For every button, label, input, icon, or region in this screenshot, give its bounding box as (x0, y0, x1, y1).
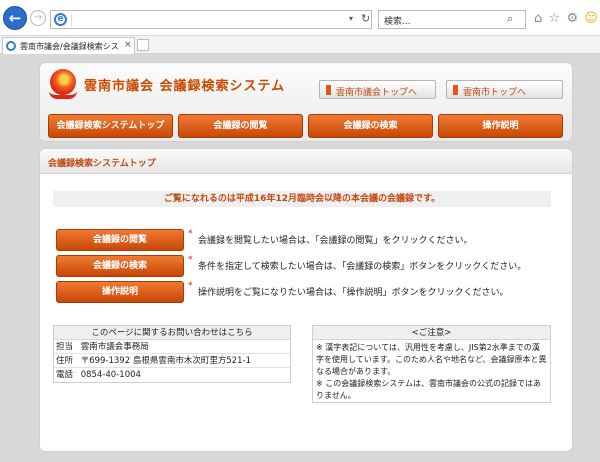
site-header: 雲南市議会 会議録検索システム 雲南市議会トップへ 雲南市トップへ 会議録検索シ… (39, 62, 573, 142)
availability-notice: ご覧になれるのは平成16年12月臨時会以降の本会議の会議録です。 (53, 191, 551, 207)
browse-description: 会議録を閲覧したい場合は、「会議録の閲覧」をクリックください。 (198, 236, 473, 246)
ie-icon: e (54, 13, 67, 26)
council-top-link-label: 雲南市議会トップへ (336, 88, 418, 98)
site-title: 雲南市議会 会議録検索システム (84, 79, 286, 94)
main-panel: 会議録検索システムトップ ご覧になれるのは平成16年12月臨時会以降の本会議の会… (39, 148, 573, 452)
contact-value: 0854-40-1004 (80, 370, 141, 380)
nav-browse[interactable]: 会議録の閲覧 (178, 114, 303, 138)
new-tab-button[interactable] (137, 39, 149, 51)
browser-toolbar: ← → e ▾ ↻ 検索... ⌕ ⌂ ☆ ⚙ ☺ (0, 0, 600, 36)
help-button[interactable]: 操作説明 (56, 281, 184, 303)
contact-title: このページに関するお問い合わせはこちら (54, 326, 290, 340)
contact-key: 電話 (56, 370, 74, 380)
nav-search[interactable]: 会議録の検索 (308, 114, 433, 138)
caution-box: <ご注意> ※ 漢字表記については、汎用性を考慮し、JIS第2水準までの漢字を使… (312, 325, 551, 403)
back-button[interactable]: ← (3, 6, 27, 30)
address-dropdown-icon[interactable]: ▾ (349, 14, 353, 23)
contact-key: 担当 (56, 342, 74, 352)
bullet-star-icon: * (188, 255, 193, 265)
browse-button[interactable]: 会議録の閲覧 (56, 229, 184, 251)
bullet-star-icon: * (188, 281, 193, 291)
caution-title: <ご注意> (313, 326, 550, 340)
page-viewport: 雲南市議会 会議録検索システム 雲南市議会トップへ 雲南市トップへ 会議録検索シ… (0, 54, 600, 462)
gear-icon[interactable]: ⚙ (566, 11, 578, 27)
search-icon[interactable]: ⌕ (507, 12, 513, 26)
address-separator (71, 14, 72, 26)
browser-tab[interactable]: 雲南市議会/会議録検索シス… × (2, 37, 135, 54)
link-marker-icon (453, 85, 458, 95)
caution-line: ※ 漢字表記については、汎用性を考慮し、JIS第2水準までの漢字を使用しています… (316, 343, 547, 376)
contact-value: 雲南市議会事務局 (80, 342, 149, 352)
contact-row: 電話 0854-40-1004 (54, 368, 290, 382)
contact-row: 担当 雲南市議会事務局 (54, 340, 290, 354)
page-title: 会議録検索システムトップ (48, 159, 156, 169)
search-box[interactable]: 検索... ⌕ (378, 10, 526, 29)
caution-line: ※ この会議録検索システムは、雲南市議会の公式の記録ではありません。 (316, 379, 542, 400)
search-button[interactable]: 会議録の検索 (56, 255, 184, 277)
close-icon[interactable]: × (124, 40, 132, 50)
main-panel-header: 会議録検索システムトップ (40, 149, 572, 174)
ie-tab-icon (6, 41, 16, 51)
tab-bar: 雲南市議会/会議録検索シス… × (0, 36, 600, 54)
contact-key: 住所 (56, 356, 74, 366)
council-top-link[interactable]: 雲南市議会トップへ (319, 80, 436, 99)
contact-value: 〒699-1392 島根県雲南市木次町里方521-1 (80, 356, 252, 366)
star-icon[interactable]: ☆ (549, 11, 561, 27)
address-bar[interactable]: e ▾ ↻ (50, 10, 372, 29)
tab-title: 雲南市議会/会議録検索シス… (20, 42, 118, 51)
bullet-star-icon: * (188, 229, 193, 239)
link-marker-icon (326, 85, 331, 95)
search-input[interactable]: 検索... (384, 14, 411, 27)
home-icon[interactable]: ⌂ (534, 11, 542, 27)
contact-row: 住所 〒699-1392 島根県雲南市木次町里方521-1 (54, 354, 290, 368)
caution-body: ※ 漢字表記については、汎用性を考慮し、JIS第2水準までの漢字を使用しています… (313, 340, 550, 404)
contact-box: このページに関するお問い合わせはこちら 担当 雲南市議会事務局 住所 〒699-… (53, 325, 291, 383)
help-description: 操作説明をご覧になりたい場合は、「操作説明」ボタンをクリックください。 (198, 288, 509, 298)
toolbar-icons: ⌂ ☆ ⚙ ☺ (534, 11, 598, 27)
city-top-link[interactable]: 雲南市トップへ (446, 80, 563, 99)
city-logo-arc (49, 91, 77, 99)
forward-button[interactable]: → (30, 10, 46, 26)
city-top-link-label: 雲南市トップへ (463, 88, 527, 98)
refresh-icon[interactable]: ↻ (361, 12, 370, 25)
search-description: 条件を指定して検索したい場合は、「会議録の検索」ボタンをクリックください。 (198, 262, 527, 272)
smiley-icon[interactable]: ☺ (584, 11, 598, 27)
nav-help[interactable]: 操作説明 (438, 114, 563, 138)
nav-search-top[interactable]: 会議録検索システムトップ (48, 114, 173, 138)
